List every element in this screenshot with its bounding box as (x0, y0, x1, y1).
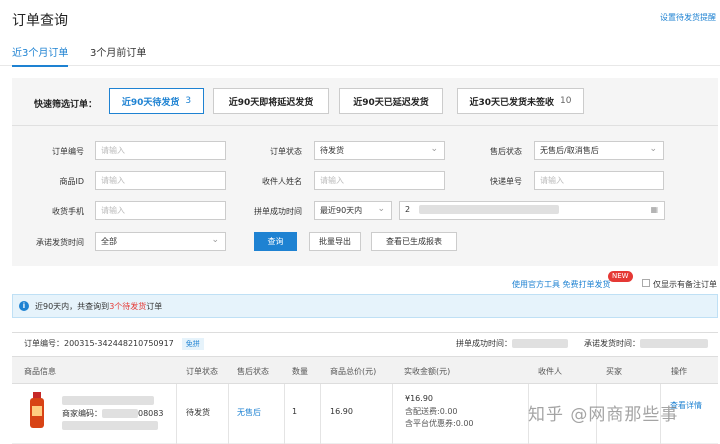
tab-recent-3-months[interactable]: 近3个月订单 (12, 44, 69, 67)
chip-90d-about-to-delay[interactable]: 近90天即将延迟发货 (213, 88, 329, 114)
watermark: 知乎 @网商那些事 (528, 405, 679, 425)
chevron-down-icon: ⌄ (377, 204, 385, 214)
remark-only-checkbox[interactable] (642, 279, 650, 287)
product-code: 商家编码： 08083 (62, 409, 164, 418)
chevron-down-icon: ⌄ (649, 144, 657, 154)
receiver-name-input[interactable]: 请输入 (314, 171, 445, 190)
group-time-range-select[interactable]: 最近90天内 ⌄ (314, 201, 392, 220)
row-shipping-fee: 含配送费:0.00 (405, 407, 458, 416)
divider (12, 125, 718, 126)
chip-30d-shipped-unsigned[interactable]: 近30天已发货未签收 10 (457, 88, 584, 114)
chevron-down-icon: ⌄ (430, 144, 438, 154)
chevron-down-icon: ⌄ (211, 235, 219, 245)
promise-ship-time-label: 承诺发货时间 (36, 238, 84, 247)
group-time-date-input[interactable]: 2 ▦ (399, 201, 665, 220)
order-period-tabs: 近3个月订单 3个月前订单 (0, 42, 720, 67)
col-after-sale-status: 售后状态 (237, 367, 269, 376)
row-after-sale-status[interactable]: 无售后 (237, 407, 261, 418)
after-sale-status-select[interactable]: 无售后/取消售后 ⌄ (534, 141, 664, 160)
group-time-label: 拼单成功时间 (254, 207, 302, 216)
view-reports-button[interactable]: 查看已生成报表 (371, 232, 457, 251)
col-total-price: 商品总价(元) (330, 367, 377, 376)
chip-90d-to-ship[interactable]: 近90天待发货 3 (109, 88, 204, 114)
query-button[interactable]: 查询 (254, 232, 297, 251)
product-sku (62, 421, 158, 430)
chip-count: 10 (560, 96, 572, 106)
row-paid-amount: ¥16.90 (405, 394, 433, 403)
order-no-value: 200315-342448210750917 (64, 339, 174, 348)
official-print-tool-link[interactable]: 使用官方工具 免费打单发货 (512, 279, 611, 290)
no-group-tag: 免拼 (181, 337, 204, 350)
after-sale-status-label: 售后状态 (490, 147, 522, 156)
row-total-price: 16.90 (330, 407, 353, 416)
order-header: 订单编号： 200315-342448210750917 免拼 拼单成功时间： … (12, 332, 718, 354)
phone-label: 收货手机 (52, 207, 84, 216)
info-status: 待发货 (122, 301, 147, 311)
promise-ship-time-select[interactable]: 全部 ⌄ (95, 232, 226, 251)
order-no-input[interactable]: 请输入 (95, 141, 226, 160)
result-info-bar: i 近90天内，共查询到 3个 待发货 订单 (12, 294, 718, 318)
order-no-prefix: 订单编号： (24, 339, 64, 348)
row-order-status: 待发货 (186, 408, 210, 417)
product-thumbnail[interactable] (26, 392, 48, 428)
batch-export-button[interactable]: 批量导出 (309, 232, 361, 251)
info-count: 3个 (109, 301, 123, 311)
info-icon: i (19, 301, 29, 311)
product-id-input[interactable]: 请输入 (95, 171, 226, 190)
product-title[interactable] (62, 396, 154, 405)
info-suffix: 订单 (146, 301, 163, 311)
order-table-header: 商品信息 订单状态 售后状态 数量 商品总价(元) 实收金额(元) 收件人 买家… (12, 356, 718, 384)
col-receiver: 收件人 (538, 367, 562, 376)
tab-before-3-months[interactable]: 3个月前订单 (90, 44, 146, 65)
col-product-info: 商品信息 (24, 367, 56, 376)
row-platform-coupon: 含平台优惠券:0.00 (405, 419, 474, 428)
quick-filter-label: 快速筛选订单： (34, 100, 98, 110)
phone-input[interactable]: 请输入 (95, 201, 226, 220)
remark-only-label: 仅显示有备注订单 (653, 280, 717, 289)
receiver-name-label: 收件人姓名 (262, 177, 302, 186)
chip-label: 近30天已发货未签收 (469, 97, 555, 108)
col-buyer: 买家 (606, 367, 622, 376)
redacted-group-time (512, 339, 568, 348)
chip-label: 近90天即将延迟发货 (228, 97, 314, 108)
set-reminder-link[interactable]: 设置待发货提醒 (660, 12, 716, 23)
chip-90d-delayed[interactable]: 近90天已延迟发货 (339, 88, 443, 114)
order-status-label: 订单状态 (270, 147, 302, 156)
page-title: 订单查询 (12, 13, 68, 29)
chip-label: 近90天已延迟发货 (353, 97, 429, 108)
col-order-status: 订单状态 (186, 367, 218, 376)
tracking-no-label: 快递单号 (490, 177, 522, 186)
row-quantity: 1 (292, 407, 298, 416)
chip-count: 3 (185, 96, 192, 106)
redacted-promise-time (640, 339, 708, 348)
order-no-label: 订单编号 (52, 147, 84, 156)
redacted-date (418, 205, 559, 214)
col-paid-amount: 实收金额(元) (404, 367, 451, 376)
promise-time-header-label: 承诺发货时间： (584, 339, 640, 348)
tracking-no-input[interactable]: 请输入 (534, 171, 664, 190)
calendar-icon: ▦ (650, 205, 658, 214)
group-time-header-label: 拼单成功时间： (456, 339, 512, 348)
new-badge: NEW (608, 271, 633, 282)
col-action: 操作 (671, 367, 687, 376)
order-status-select[interactable]: 待发货 ⌄ (314, 141, 445, 160)
chip-label: 近90天待发货 (121, 97, 180, 108)
info-prefix: 近90天内，共查询到 (35, 301, 110, 311)
product-id-label: 商品ID (59, 177, 84, 186)
col-quantity: 数量 (292, 367, 308, 376)
